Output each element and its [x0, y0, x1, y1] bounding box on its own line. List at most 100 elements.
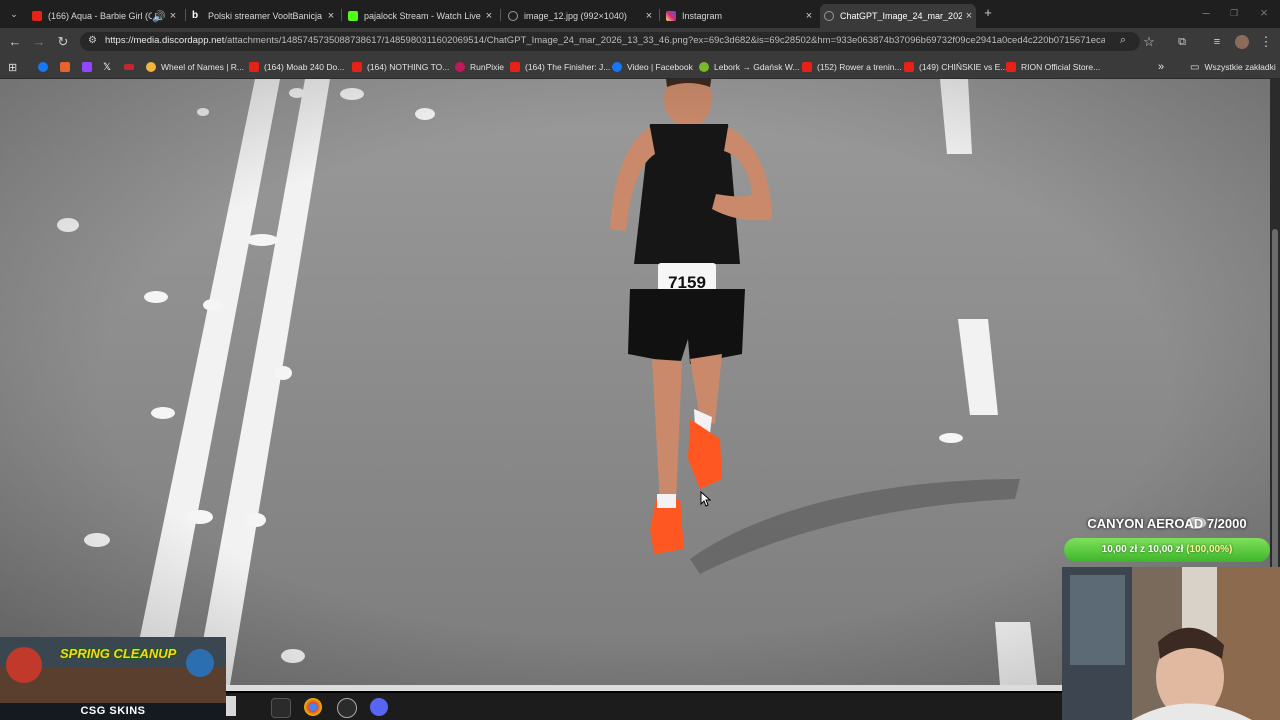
- promo-title: SPRING CLEANUP: [60, 646, 177, 661]
- donation-amount: 10,00 zł z 10,00 zł (100,00%): [1064, 544, 1270, 555]
- youtube-icon: [904, 62, 914, 72]
- donation-goal: 10,00 zł: [1147, 544, 1184, 555]
- tab-separator: [500, 9, 501, 21]
- tab-youtube-barbie[interactable]: (166) Aqua - Barbie Girl (Offi 🔊 ×: [28, 4, 180, 28]
- terminal-icon[interactable]: [271, 698, 291, 718]
- more-bookmarks-icon[interactable]: »: [1158, 60, 1164, 74]
- store-icon: [1006, 62, 1016, 72]
- menu-kebab-icon[interactable]: ⋮: [1258, 34, 1274, 50]
- bookmark-item[interactable]: (164) Moab 240 Do...: [249, 60, 344, 74]
- bookmark-item[interactable]: (149) CHIŃSKIE vs E...: [904, 60, 1007, 74]
- url-text: https://media.discordapp.net/attachments…: [105, 35, 1105, 46]
- all-bookmarks-folder[interactable]: ▭ Wszystkie zakładki: [1190, 60, 1276, 74]
- webcam-overlay: [1062, 567, 1280, 720]
- apps-grid-icon[interactable]: ⊞: [8, 60, 17, 74]
- forward-icon[interactable]: →: [31, 34, 47, 50]
- donation-raised: 10,00 zł: [1101, 544, 1138, 555]
- tab-polski-streamer[interactable]: b Polski streamer VooltBanicja za ×: [188, 4, 338, 28]
- restore-icon[interactable]: ❐: [1226, 5, 1242, 21]
- minimize-icon[interactable]: –: [1198, 5, 1214, 21]
- youtube-icon: [802, 62, 812, 72]
- tab-separator: [185, 9, 186, 21]
- bookmark-label: Video | Facebook: [627, 62, 693, 72]
- close-tab-icon[interactable]: ×: [482, 10, 496, 22]
- bookmark-twitch-icon[interactable]: [82, 60, 97, 74]
- runpixie-icon: [455, 62, 465, 72]
- url-host: https://media.discordapp.net: [105, 35, 225, 46]
- reload-icon[interactable]: ↻: [55, 34, 71, 50]
- promo-footer: CSG SKINS: [0, 703, 226, 720]
- close-tab-icon[interactable]: ×: [802, 10, 816, 22]
- profile-avatar[interactable]: [1234, 34, 1250, 50]
- tab-separator: [659, 9, 660, 21]
- bookmark-item[interactable]: Video | Facebook: [612, 60, 693, 74]
- youtube-icon: [510, 62, 520, 72]
- bookmarks-bar: ⊞ 𝕏 Wheel of Names | R... (164) Moab 240…: [0, 55, 1280, 79]
- taskbar: [226, 693, 1062, 720]
- tab-title: ChatGPT_Image_24_mar_2026_: [840, 11, 962, 21]
- tab-title: image_12.jpg (992×1040): [524, 11, 627, 21]
- donation-percent: (100,00%): [1186, 544, 1233, 555]
- instagram-icon: [666, 11, 676, 21]
- chrome-icon[interactable]: [304, 698, 322, 716]
- map-icon: [699, 62, 709, 72]
- close-tab-icon[interactable]: ×: [962, 10, 976, 22]
- bookmark-label: (164) NOTHING TO...: [367, 62, 450, 72]
- video-progress-bar: [226, 685, 1062, 691]
- tab-chatgpt-image[interactable]: ChatGPT_Image_24_mar_2026_ ×: [820, 4, 976, 28]
- extensions-icon[interactable]: ⧉: [1174, 34, 1190, 50]
- close-tab-icon[interactable]: ×: [166, 10, 180, 22]
- bookmark-item[interactable]: Lebork → Gdańsk W...: [699, 60, 800, 74]
- tab-kick-stream[interactable]: pajalock Stream - Watch Live o ×: [344, 4, 496, 28]
- url-path: /attachments/1485745735088738617/1485980…: [224, 35, 1105, 46]
- tab-title: Instagram: [682, 11, 723, 21]
- bookmark-label: Wheel of Names | R...: [161, 62, 244, 72]
- bookmark-item[interactable]: RunPixie: [455, 60, 504, 74]
- kick-icon: [348, 11, 358, 21]
- bookmark-item[interactable]: (164) The Finisher: J...: [510, 60, 610, 74]
- bookmark-x-icon[interactable]: 𝕏: [103, 60, 111, 74]
- donation-progress-bar: 10,00 zł z 10,00 zł (100,00%): [1064, 538, 1270, 562]
- close-tab-icon[interactable]: ×: [324, 10, 338, 22]
- toolbar: ← → ↻ ⚙ https://media.discordapp.net/att…: [0, 28, 1280, 55]
- close-tab-icon[interactable]: ×: [642, 10, 656, 22]
- sponsor-banner: SPRING CLEANUP CSG SKINS: [0, 637, 226, 720]
- youtube-icon: [249, 62, 259, 72]
- donation-goal-title: CANYON AEROAD 7/2000: [1087, 516, 1247, 531]
- audio-icon[interactable]: 🔊: [152, 10, 166, 23]
- bookmark-star-icon[interactable]: ☆: [1141, 34, 1157, 50]
- taskbar-edge: [226, 696, 236, 716]
- youtube-icon: [352, 62, 362, 72]
- discord-icon[interactable]: [370, 698, 388, 716]
- bookmark-label: RunPixie: [470, 62, 505, 72]
- bookmark-item[interactable]: Wheel of Names | R...: [146, 60, 244, 74]
- bookmark-item[interactable]: (152) Rower a trenin...: [802, 60, 902, 74]
- bookmark-item[interactable]: RION Official Store...: [1006, 60, 1100, 74]
- close-window-icon[interactable]: ×: [1256, 5, 1272, 21]
- bookmark-label: (164) Moab 240 Do...: [264, 62, 345, 72]
- media-controls-icon[interactable]: ≡: [1209, 34, 1225, 50]
- tab-search-icon[interactable]: ⌄: [6, 6, 22, 22]
- bookmark-label: (152) Rower a trenin...: [817, 62, 902, 72]
- tab-instagram[interactable]: Instagram ×: [662, 4, 816, 28]
- bookmark-orange-icon[interactable]: [60, 60, 75, 74]
- back-icon[interactable]: ←: [7, 34, 23, 50]
- tab-strip: ⌄ (166) Aqua - Barbie Girl (Offi 🔊 × b P…: [0, 0, 1280, 28]
- donation-separator: z: [1140, 544, 1146, 555]
- folder-icon: ▭: [1190, 61, 1200, 73]
- address-bar[interactable]: ⚙ https://media.discordapp.net/attachmen…: [80, 32, 1140, 51]
- bookmark-item[interactable]: (164) NOTHING TO...: [352, 60, 449, 74]
- tab-title: Polski streamer VooltBanicja za: [208, 11, 324, 21]
- site-info-icon[interactable]: ⚙: [88, 35, 97, 46]
- obs-icon[interactable]: [337, 698, 357, 718]
- mouse-cursor-icon: [700, 491, 712, 507]
- bookmark-facebook-icon[interactable]: [38, 60, 53, 74]
- bookmark-label: RION Official Store...: [1021, 62, 1101, 72]
- bookmark-red-icon[interactable]: [124, 60, 139, 74]
- bing-icon: b: [192, 10, 199, 21]
- tab-image-12[interactable]: image_12.jpg (992×1040) ×: [504, 4, 656, 28]
- tab-separator: [341, 9, 342, 21]
- wheel-icon: [146, 62, 156, 72]
- zoom-icon[interactable]: ⌕: [1120, 34, 1126, 47]
- new-tab-icon[interactable]: +: [980, 5, 996, 21]
